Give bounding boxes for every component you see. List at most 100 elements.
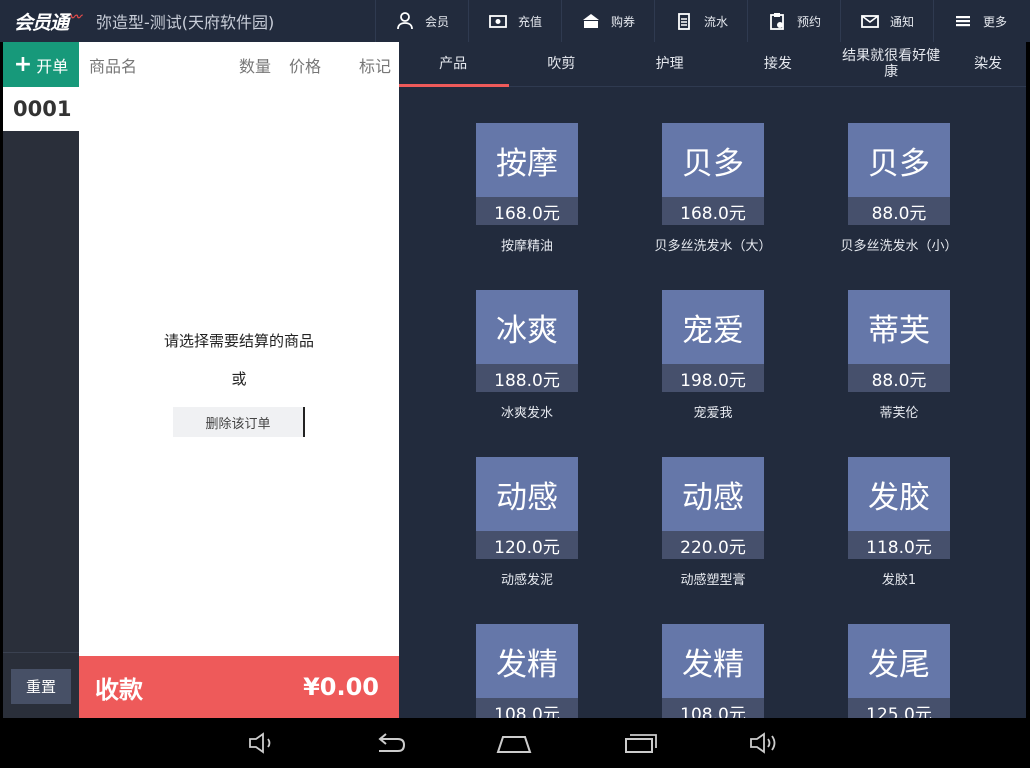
- coupon-label: 购券: [610, 14, 635, 29]
- product-price: 220.0元: [662, 531, 764, 559]
- product-item[interactable]: 发尾 125.0元: [848, 624, 950, 718]
- app-logo: 会员通〰: [0, 0, 96, 42]
- product-tile: 发精 108.0元: [662, 624, 764, 718]
- volume-up-icon[interactable]: [747, 728, 783, 758]
- product-panel: 产品 吹剪 护理 接发 结果就很看好健康 染发 按摩 168.0元 按摩精油 贝多 16…: [399, 42, 1026, 718]
- menu-icon: [953, 11, 973, 31]
- product-tile-name: 宠爱: [682, 312, 744, 349]
- product-item[interactable]: 冰爽 188.0元 冰爽发水: [476, 290, 578, 421]
- product-item[interactable]: 动感 220.0元 动感塑型膏: [662, 457, 764, 588]
- product-tile-name: 动感: [682, 479, 744, 516]
- order-list-column: + 开单 0001 重置: [3, 42, 79, 718]
- column-header-mark: 标记: [359, 56, 392, 76]
- member-button[interactable]: 会员: [375, 0, 468, 42]
- tab-category-0[interactable]: 产品: [399, 42, 510, 87]
- product-tile: 发尾 125.0元: [848, 624, 950, 718]
- product-item[interactable]: 发精 108.0元: [662, 624, 764, 718]
- store-title: 弥造型-测试(天府软件园): [96, 13, 275, 32]
- order-table-header: 商品名 数量 价格 标记: [79, 42, 399, 87]
- plus-icon: +: [13, 51, 33, 77]
- product-item[interactable]: 贝多 88.0元贝多丝洗发水（小）: [840, 123, 958, 254]
- column-header-qty: 数量: [239, 56, 272, 76]
- product-tile-name: 蒂芙: [868, 312, 930, 349]
- product-tile-name: 发精: [496, 646, 558, 683]
- product-tile: 贝多 88.0元: [848, 123, 950, 225]
- product-tile-name: 贝多: [682, 145, 744, 182]
- product-item[interactable]: 发胶 118.0元发胶1: [848, 457, 950, 588]
- column-header-name: 商品名: [89, 56, 138, 76]
- product-tile-name: 按摩: [496, 145, 558, 182]
- product-price: 118.0元: [848, 531, 950, 559]
- product-item[interactable]: 发精 108.0元: [476, 624, 578, 718]
- open-order-button[interactable]: + 开单: [3, 42, 79, 87]
- product-name: 发胶1: [881, 573, 917, 588]
- tab-category-1[interactable]: 吹剪: [507, 42, 615, 86]
- product-tile: 动感 120.0元: [476, 457, 578, 559]
- recharge-button[interactable]: 充值: [468, 0, 561, 42]
- reset-button[interactable]: 重置: [11, 669, 71, 704]
- product-price: 108.0元: [662, 698, 764, 718]
- tab-category-3[interactable]: 接发: [724, 42, 832, 86]
- product-name: 贝多丝洗发水（小）: [840, 239, 958, 254]
- home-icon[interactable]: [496, 728, 532, 758]
- appointment-label: 预约: [796, 14, 821, 29]
- notice-label: 通知: [889, 14, 914, 29]
- product-name: 蒂芙伦: [879, 406, 919, 421]
- product-tile: 贝多 168.0元: [662, 123, 764, 225]
- product-price: 88.0元: [848, 364, 950, 392]
- product-tile-name: 发胶: [868, 479, 930, 516]
- tab-category-2[interactable]: 护理: [616, 42, 724, 86]
- member-icon: [395, 11, 415, 31]
- product-tile-name: 发精: [682, 646, 744, 683]
- or-label: 或: [231, 370, 247, 388]
- product-tile-name: 贝多: [868, 145, 930, 182]
- order-total: ¥0.00: [303, 673, 379, 701]
- app-logo-text: 会员通: [14, 11, 69, 34]
- appointment-button[interactable]: 预约: [747, 0, 840, 42]
- more-button[interactable]: 更多: [933, 0, 1026, 42]
- coupon-button[interactable]: 购券: [561, 0, 654, 42]
- recharge-icon: [488, 11, 508, 31]
- checkout-button[interactable]: 收款 ¥0.00: [79, 652, 399, 718]
- column-header-price: 价格: [289, 56, 322, 76]
- product-item[interactable]: 蒂芙 88.0元蒂芙伦: [848, 290, 950, 421]
- back-icon[interactable]: [371, 728, 407, 758]
- product-tile-name: 动感: [496, 479, 558, 516]
- order-panel: 商品名 数量 价格 标记 请选择需要结算的商品 或 删除该订单 收款 ¥0.00: [79, 42, 399, 718]
- product-price: 120.0元: [476, 531, 578, 559]
- product-tile-name: 冰爽: [496, 312, 558, 349]
- product-item[interactable]: 宠爱 198.0元 宠爱我: [662, 290, 764, 421]
- empty-order-message: 请选择需要结算的商品: [163, 332, 314, 350]
- tab-category-4[interactable]: 结果就很看好健康: [832, 42, 950, 86]
- product-tile: 冰爽 188.0元: [476, 290, 578, 392]
- product-tile-name: 发尾: [868, 646, 930, 683]
- category-tabs: 产品 吹剪 护理 接发 结果就很看好健康 染发: [399, 42, 1026, 87]
- product-item[interactable]: 贝多 168.0元 贝多丝洗发水（大）: [654, 123, 772, 254]
- coupon-icon: [581, 11, 601, 31]
- open-order-label: 开单: [36, 56, 69, 76]
- mail-icon: [860, 11, 880, 31]
- member-label: 会员: [424, 14, 449, 29]
- product-item[interactable]: 按摩 168.0元 按摩精油: [476, 123, 578, 254]
- product-price: 88.0元: [848, 197, 950, 225]
- recents-icon[interactable]: [622, 728, 658, 758]
- ledger-button[interactable]: 流水: [654, 0, 747, 42]
- ledger-label: 流水: [703, 14, 728, 29]
- product-tile: 动感 220.0元: [662, 457, 764, 559]
- product-item[interactable]: 动感 120.0元 动感发泥: [476, 457, 578, 588]
- product-price: 198.0元: [662, 364, 764, 392]
- logo-swoosh-icon: 〰: [69, 9, 81, 24]
- product-price: 108.0元: [476, 698, 578, 718]
- notice-button[interactable]: 通知: [840, 0, 933, 42]
- divider: [3, 652, 79, 653]
- product-tile: 按摩 168.0元: [476, 123, 578, 225]
- checkout-label: 收款: [95, 675, 143, 704]
- product-price: 125.0元: [848, 698, 950, 718]
- volume-down-icon[interactable]: [245, 728, 281, 758]
- tab-category-5[interactable]: 染发: [950, 42, 1026, 86]
- appointment-icon: [767, 11, 787, 31]
- delete-order-button[interactable]: 删除该订单: [173, 407, 305, 437]
- order-tab[interactable]: 0001: [3, 87, 79, 131]
- product-price: 188.0元: [476, 364, 578, 392]
- product-price: 168.0元: [662, 197, 764, 225]
